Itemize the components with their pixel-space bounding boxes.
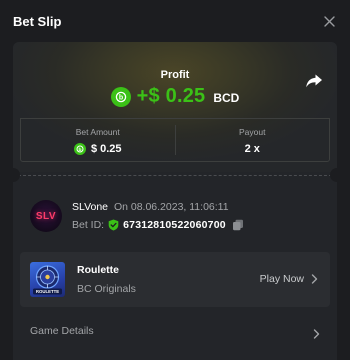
shield-icon [108, 219, 119, 231]
roulette-thumbnail: ROULETTE [30, 262, 65, 297]
profit-row: b +$ 0.25 BCD [13, 85, 337, 108]
svg-text:b: b [78, 147, 81, 153]
bet-amount-label: Bet Amount [75, 127, 120, 137]
bettor-line: SLVone On 08.06.2023, 11:06:11 [72, 201, 229, 213]
profit-label: Profit [160, 69, 190, 81]
bet-id-label: Bet ID: [72, 219, 105, 231]
username-link[interactable]: SLVone [72, 201, 108, 213]
bet-id-line: Bet ID: 67312810522060700 [72, 219, 244, 231]
payout-label: Payout [239, 127, 266, 137]
profit-panel: Profit b +$ 0.25 BCD Bet Amount b $ 0.25… [13, 42, 337, 172]
bet-amount-value-row: b $ 0.25 [21, 143, 175, 155]
share-icon[interactable] [305, 73, 323, 89]
profit-amount: +$ 0.25 [136, 85, 206, 107]
play-now-button[interactable]: Play Now [260, 273, 318, 285]
game-name: Roulette [77, 264, 119, 276]
bet-amount-value: $ 0.25 [90, 143, 122, 155]
profit-currency: BCD [213, 91, 240, 105]
payout-value: 2 x [244, 143, 260, 155]
bcd-coin-icon: b [73, 143, 86, 155]
ticket-notch-right [330, 168, 337, 182]
avatar[interactable]: SLV [30, 200, 62, 232]
chevron-right-icon [313, 326, 320, 339]
ticket-perforation [13, 175, 337, 176]
modal-header: Bet Slip [0, 0, 350, 42]
bet-id-value: 67312810522060700 [123, 219, 226, 231]
bcd-coin-icon: b [110, 86, 131, 107]
game-details-row[interactable]: Game Details [13, 314, 337, 348]
bettor-info: SLV SLVone On 08.06.2023, 11:06:11 Bet I… [30, 197, 330, 237]
svg-text:b: b [119, 94, 123, 101]
bet-date: On 08.06.2023, 11:06:11 [113, 201, 229, 213]
bet-slip-card: Profit b +$ 0.25 BCD Bet Amount b $ 0.25… [13, 42, 337, 360]
game-provider: BC Originals [77, 283, 136, 295]
modal-title: Bet Slip [13, 13, 62, 29]
game-card[interactable]: ROULETTE Roulette BC Originals Play Now [20, 252, 330, 307]
bet-stats: Bet Amount b $ 0.25 Payout 2 x [20, 118, 330, 162]
play-now-label: Play Now [259, 273, 304, 285]
payout-stat: Payout 2 x [176, 119, 330, 161]
close-icon[interactable] [322, 14, 336, 28]
bet-slip-modal: Bet Slip Profit b +$ 0.25 BCD Bet Amount [0, 0, 350, 360]
thumb-label: ROULETTE [36, 289, 59, 294]
chevron-right-icon [311, 274, 318, 284]
bet-amount-stat: Bet Amount b $ 0.25 [21, 119, 175, 161]
game-details-label: Game Details [30, 325, 94, 337]
copy-icon[interactable] [232, 219, 244, 231]
